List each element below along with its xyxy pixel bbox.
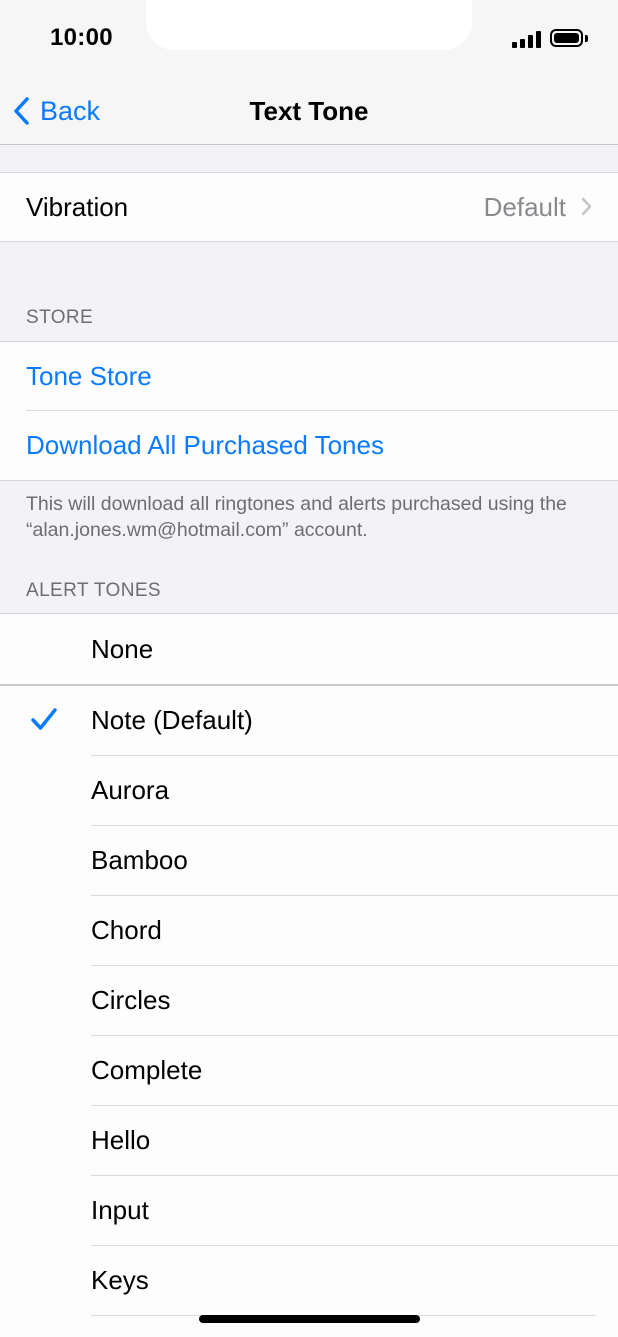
tone-row-aurora[interactable]: Aurora — [0, 756, 618, 826]
battery-tip — [585, 35, 588, 42]
store-group: Tone Store Download All Purchased Tones — [0, 341, 618, 481]
tone-label: Note (Default) — [91, 705, 253, 735]
tone-row-input[interactable]: Input — [0, 1176, 618, 1246]
tone-label: Circles — [91, 985, 171, 1015]
tone-label: Bamboo — [91, 845, 188, 875]
tone-none-label: None — [91, 634, 154, 664]
tone-label: Input — [91, 1195, 149, 1225]
home-indicator[interactable] — [199, 1315, 420, 1323]
tone-label: Complete — [91, 1055, 203, 1085]
tone-row-chord[interactable]: Chord — [0, 896, 618, 966]
tone-label: Hello — [91, 1125, 151, 1155]
tone-row-circles[interactable]: Circles — [0, 966, 618, 1036]
navigation-bar: Back Text Tone — [0, 80, 618, 145]
tone-store-row[interactable]: Tone Store — [0, 342, 618, 411]
tone-row-hello[interactable]: Hello — [0, 1106, 618, 1176]
tone-label: Chord — [91, 915, 162, 945]
download-all-purchased-link: Download All Purchased Tones — [26, 430, 384, 460]
store-section-header: STORE — [26, 307, 94, 328]
download-all-row[interactable]: Download All Purchased Tones — [0, 411, 618, 480]
tone-row-complete[interactable]: Complete — [0, 1036, 618, 1106]
vibration-label: Vibration — [26, 192, 129, 222]
tone-store-link: Tone Store — [26, 361, 152, 391]
vibration-group: Vibration Default — [0, 172, 618, 242]
none-tone-group: None — [0, 613, 618, 687]
tone-row-keys[interactable]: Keys — [0, 1246, 618, 1316]
checkmark-icon — [31, 708, 57, 730]
tone-row-note-default[interactable]: Note (Default) — [0, 686, 618, 756]
alert-tones-section-header: ALERT TONES — [26, 580, 161, 601]
vibration-value: Default — [483, 192, 566, 222]
store-footer-text: This will download all ringtones and ale… — [26, 493, 567, 541]
chevron-right-icon — [581, 197, 592, 216]
tone-label: Keys — [91, 1265, 149, 1295]
battery-icon — [550, 29, 583, 47]
cellular-signal-icon — [512, 30, 542, 48]
device-notch — [146, 0, 472, 50]
vibration-row[interactable]: Vibration Default — [0, 173, 618, 241]
status-time: 10:00 — [50, 24, 113, 51]
tone-row-bamboo[interactable]: Bamboo — [0, 826, 618, 896]
alert-tones-list: Note (Default) Aurora Bamboo Chord Circl… — [0, 686, 618, 1337]
tone-row-none[interactable]: None — [0, 614, 618, 684]
page-title: Text Tone — [249, 96, 369, 126]
tone-label: Aurora — [91, 775, 170, 805]
